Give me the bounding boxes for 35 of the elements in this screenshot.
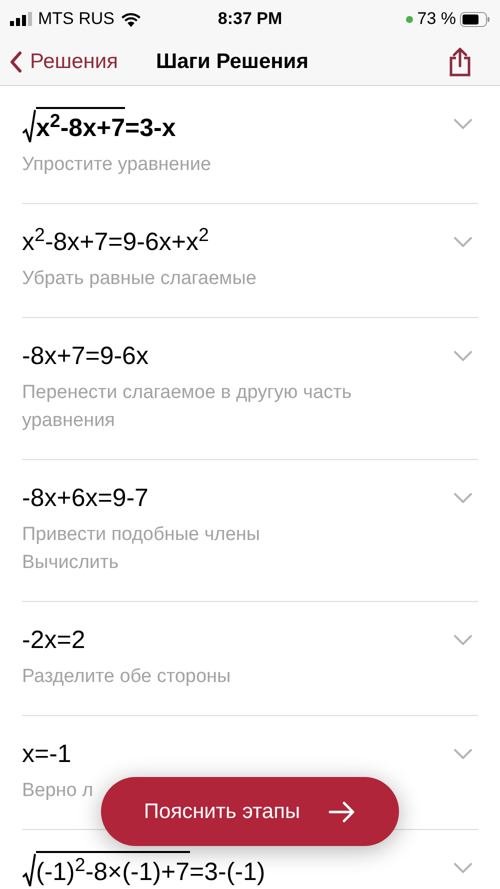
equation: x=-1 bbox=[22, 739, 72, 770]
battery-icon bbox=[460, 12, 490, 26]
radicand: (-1)$^{2}$-8×(-1)+7 bbox=[36, 851, 190, 889]
equation: -8x+6x=9-7 bbox=[22, 483, 148, 514]
step-description: Привести подобные члены Вычислить bbox=[22, 523, 262, 575]
arrow-right-icon bbox=[328, 800, 356, 822]
chevron-left-icon bbox=[10, 50, 22, 72]
chevron-down-icon[interactable] bbox=[454, 635, 472, 645]
wifi-icon bbox=[120, 12, 140, 26]
step-description: Верно л bbox=[22, 779, 94, 803]
carrier-name: MTS RUS bbox=[38, 8, 114, 30]
explain-steps-button[interactable]: Пояснить этапы bbox=[101, 777, 399, 846]
chevron-down-icon[interactable] bbox=[454, 749, 472, 759]
radical-sign-icon bbox=[22, 853, 36, 889]
radical-sign-icon bbox=[22, 109, 36, 145]
equation: =3-x bbox=[124, 113, 176, 144]
step-description: Упростите уравнение bbox=[22, 153, 212, 177]
step-description: Разделите обе стороны bbox=[22, 665, 232, 689]
chevron-down-icon[interactable] bbox=[454, 493, 472, 503]
equation: x$^{2}$-8x+7=9-6x+x$^{2}$ bbox=[22, 225, 209, 258]
chevron-down-icon[interactable] bbox=[454, 351, 472, 361]
status-time: 8:37 PM bbox=[218, 9, 282, 28]
step-description: Перенести слагаемое в другую часть уравнения bbox=[22, 381, 353, 433]
equation: -8x+7=9-6x bbox=[22, 341, 148, 372]
chevron-down-icon[interactable] bbox=[454, 237, 472, 247]
equation: =3-(-1) bbox=[190, 857, 266, 888]
battery-percent: 73 % bbox=[417, 8, 456, 30]
step-description: Убрать равные слагаемые bbox=[22, 267, 258, 291]
back-button[interactable]: Решения bbox=[10, 46, 118, 78]
screen-title: Шаги Решения bbox=[156, 48, 308, 75]
chevron-down-icon[interactable] bbox=[454, 119, 472, 129]
chevron-down-icon[interactable] bbox=[454, 863, 472, 873]
radicand: x$^{2}$-8x+7 bbox=[36, 107, 125, 145]
equation: -2x=2 bbox=[22, 625, 86, 656]
signal-icon bbox=[10, 12, 32, 26]
